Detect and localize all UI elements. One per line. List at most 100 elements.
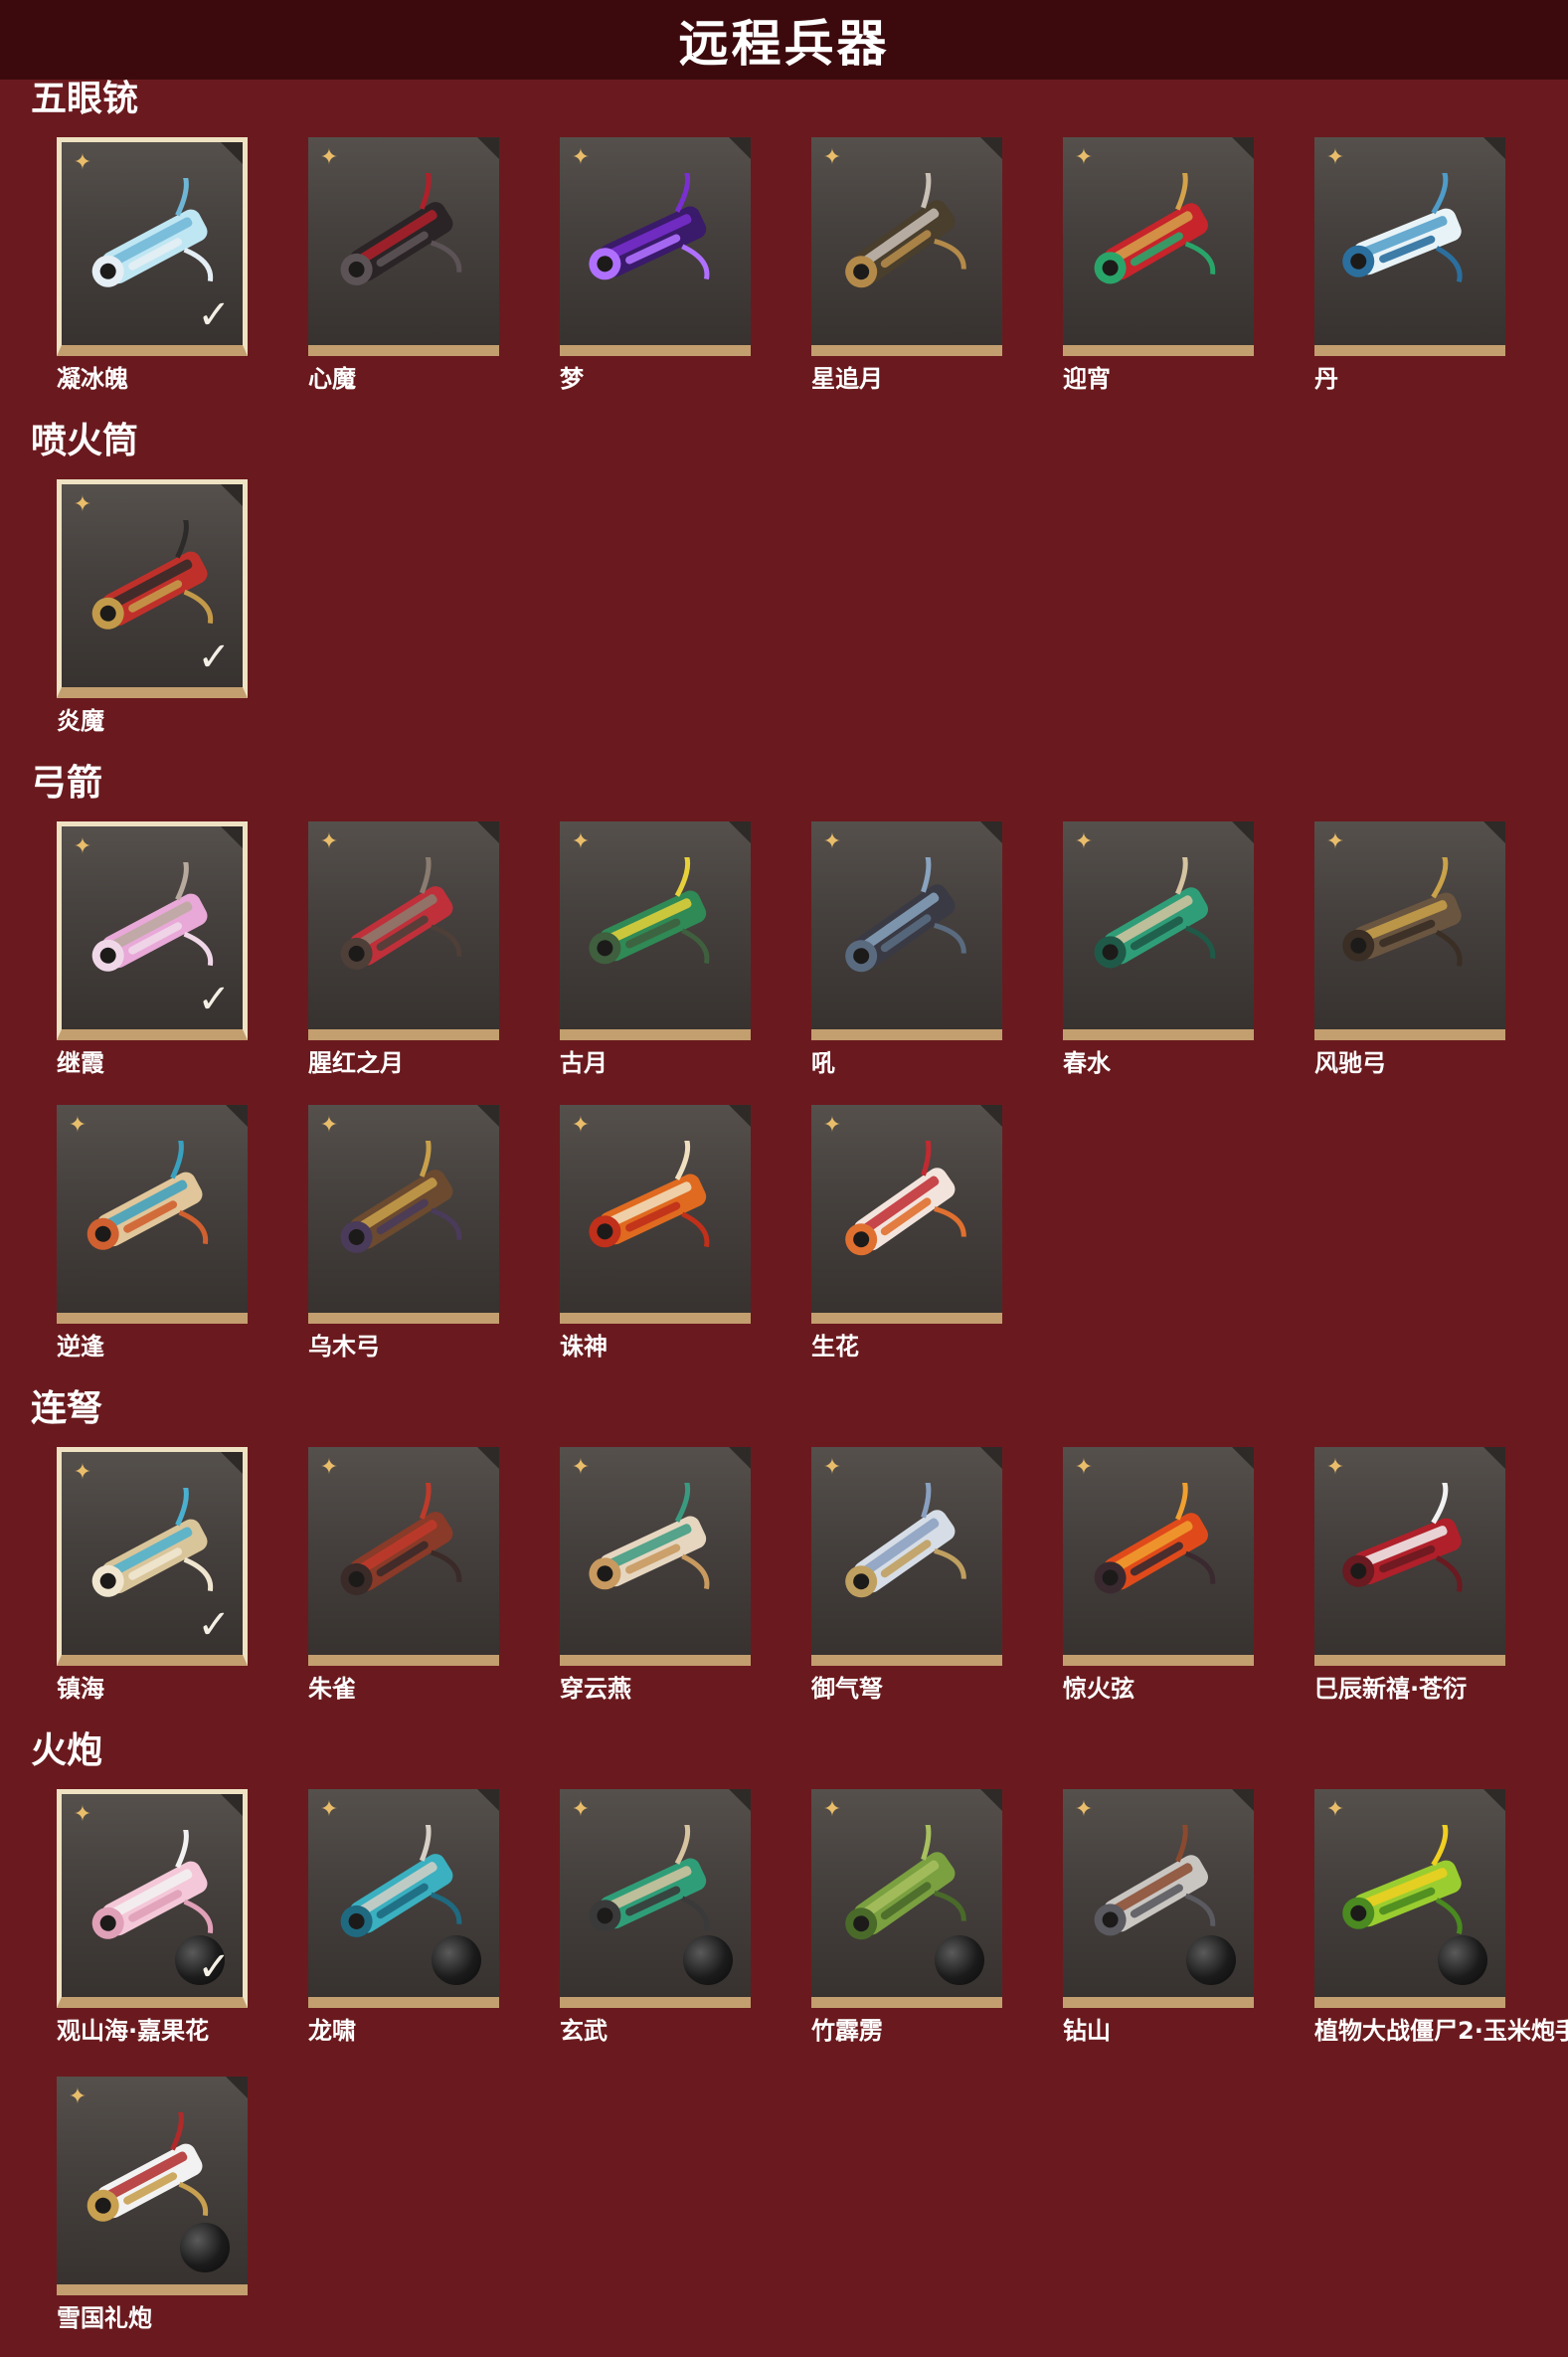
- weapon-tile[interactable]: ✦: [560, 1447, 751, 1666]
- weapon-art-icon: [1094, 173, 1216, 284]
- weapon-name: 梦: [560, 365, 584, 393]
- section-label: 火炮: [31, 1730, 103, 1771]
- corner-tag-icon: [221, 142, 243, 164]
- weapon-tile[interactable]: ✦: [57, 2077, 248, 2295]
- weapon-card[interactable]: ✦ 吼: [811, 821, 1002, 1079]
- weapon-tile[interactable]: ✦: [57, 1105, 248, 1324]
- weapon-tile[interactable]: ✦: [811, 137, 1002, 356]
- weapon-card[interactable]: ✦ 御气弩: [811, 1447, 1002, 1705]
- rarity-star-icon: ✦: [68, 1113, 87, 1138]
- weapon-card[interactable]: ✦ 惊火弦: [1063, 1447, 1254, 1705]
- rarity-star-icon: ✦: [68, 2085, 87, 2109]
- corner-tag-icon: [980, 821, 1002, 843]
- weapon-tile[interactable]: ✦ ✓: [57, 137, 248, 356]
- corner-tag-icon: [477, 1105, 499, 1127]
- weapon-card[interactable]: ✦ 植物大战僵尸2·玉米炮手: [1314, 1789, 1568, 2047]
- weapon-card[interactable]: ✦ ✓ 观山海·嘉果花: [57, 1789, 248, 2047]
- weapon-card[interactable]: ✦ ✓ 镇海: [57, 1447, 248, 1705]
- cannonball-icon: [180, 2223, 230, 2272]
- weapon-card[interactable]: ✦ 生花: [811, 1105, 1002, 1362]
- rarity-star-icon: ✦: [571, 1455, 591, 1480]
- weapon-card[interactable]: ✦ 穿云燕: [560, 1447, 751, 1705]
- cannonball-icon: [1438, 1935, 1487, 1985]
- weapon-tile[interactable]: ✦: [308, 1105, 499, 1324]
- corner-tag-icon: [980, 1105, 1002, 1127]
- weapon-name: 迎宵: [1063, 365, 1111, 393]
- weapon-name: 雪国礼炮: [57, 2304, 152, 2332]
- weapon-card[interactable]: ✦ 逆逢: [57, 1105, 248, 1362]
- weapon-tile[interactable]: ✦: [560, 1789, 751, 2008]
- section-label: 五眼铳: [31, 79, 139, 119]
- weapon-name: 植物大战僵尸2·玉米炮手: [1314, 2017, 1568, 2045]
- rarity-star-icon: ✦: [822, 829, 842, 854]
- weapon-card[interactable]: ✦ 诛神: [560, 1105, 751, 1362]
- weapon-card[interactable]: ✦ 竹霹雳: [811, 1789, 1002, 2047]
- weapon-art-icon: [1094, 1483, 1216, 1594]
- weapon-art-icon: [589, 857, 710, 965]
- rarity-star-icon: ✦: [571, 829, 591, 854]
- weapon-card[interactable]: ✦ 腥红之月: [308, 821, 499, 1079]
- weapon-tile[interactable]: ✦: [560, 821, 751, 1040]
- weapon-card[interactable]: ✦ 雪国礼炮: [57, 2077, 248, 2334]
- weapon-card[interactable]: ✦ 玄武: [560, 1789, 751, 2047]
- corner-tag-icon: [729, 1789, 751, 1811]
- weapon-tile[interactable]: ✦: [1063, 821, 1254, 1040]
- weapon-card[interactable]: ✦ 梦: [560, 137, 751, 395]
- weapon-card[interactable]: ✦ 古月: [560, 821, 751, 1079]
- section-label: 喷火筒: [31, 421, 139, 461]
- weapon-tile[interactable]: ✦: [811, 821, 1002, 1040]
- rarity-star-icon: ✦: [319, 145, 339, 170]
- weapon-tile[interactable]: ✦: [811, 1447, 1002, 1666]
- weapon-name: 星追月: [811, 365, 883, 393]
- weapon-art-icon: [845, 857, 966, 973]
- weapon-card[interactable]: ✦ 迎宵: [1063, 137, 1254, 395]
- weapon-card[interactable]: ✦ 龙啸: [308, 1789, 499, 2047]
- corner-tag-icon: [477, 137, 499, 159]
- cannonball-icon: [432, 1935, 481, 1985]
- weapon-name: 凝冰魄: [57, 365, 128, 393]
- section-label: 连弩: [31, 1388, 103, 1429]
- weapon-tile[interactable]: ✦: [1314, 137, 1505, 356]
- weapon-tile[interactable]: ✦: [1063, 1447, 1254, 1666]
- weapon-tile[interactable]: ✦: [811, 1789, 1002, 2008]
- weapon-art-icon: [589, 1483, 710, 1590]
- rarity-star-icon: ✦: [822, 1113, 842, 1138]
- weapon-tile[interactable]: ✦ ✓: [57, 821, 248, 1040]
- rarity-star-icon: ✦: [319, 1455, 339, 1480]
- weapon-tile[interactable]: ✦ ✓: [57, 1447, 248, 1666]
- weapon-card[interactable]: ✦ ✓ 凝冰魄: [57, 137, 248, 395]
- weapon-tile[interactable]: ✦: [1063, 1789, 1254, 2008]
- weapon-art-icon: [87, 1141, 209, 1250]
- weapon-tile[interactable]: ✦: [811, 1105, 1002, 1324]
- weapon-card[interactable]: ✦ 丹: [1314, 137, 1505, 395]
- weapon-tile[interactable]: ✦: [308, 1447, 499, 1666]
- weapon-card[interactable]: ✦ 钻山: [1063, 1789, 1254, 2047]
- weapon-card[interactable]: ✦ ✓ 继霞: [57, 821, 248, 1079]
- weapon-tile[interactable]: ✦: [1314, 821, 1505, 1040]
- weapon-tile[interactable]: ✦ ✓: [57, 479, 248, 698]
- rarity-star-icon: ✦: [1074, 829, 1094, 854]
- corner-tag-icon: [729, 1105, 751, 1127]
- corner-tag-icon: [221, 1794, 243, 1816]
- weapon-card[interactable]: ✦ 风驰弓: [1314, 821, 1505, 1079]
- weapon-tile[interactable]: ✦: [560, 1105, 751, 1324]
- weapon-card[interactable]: ✦ 心魔: [308, 137, 499, 395]
- weapon-card[interactable]: ✦ 春水: [1063, 821, 1254, 1079]
- weapon-card[interactable]: ✦ ✓ 炎魔: [57, 479, 248, 737]
- weapon-tile[interactable]: ✦: [560, 137, 751, 356]
- weapon-card[interactable]: ✦ 朱雀: [308, 1447, 499, 1705]
- weapon-card[interactable]: ✦ 巳辰新禧·苍衍: [1314, 1447, 1505, 1705]
- weapon-tile[interactable]: ✦: [1314, 1447, 1505, 1666]
- weapon-card[interactable]: ✦ 乌木弓: [308, 1105, 499, 1362]
- weapon-name: 炎魔: [57, 707, 104, 735]
- weapon-tile[interactable]: ✦: [308, 821, 499, 1040]
- weapon-card[interactable]: ✦ 星追月: [811, 137, 1002, 395]
- weapon-name: 竹霹雳: [811, 2017, 883, 2045]
- weapon-tile[interactable]: ✦ ✓: [57, 1789, 248, 2008]
- rarity-star-icon: ✦: [1325, 1797, 1345, 1822]
- weapon-tile[interactable]: ✦: [1314, 1789, 1505, 2008]
- weapon-name: 镇海: [57, 1675, 104, 1703]
- weapon-tile[interactable]: ✦: [308, 137, 499, 356]
- weapon-tile[interactable]: ✦: [1063, 137, 1254, 356]
- weapon-tile[interactable]: ✦: [308, 1789, 499, 2008]
